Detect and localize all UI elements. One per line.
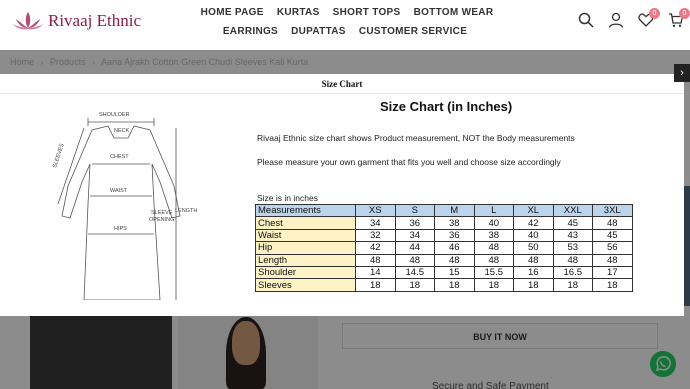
column-header: M [434,203,475,218]
nav-customer-service[interactable]: CUSTOMER SERVICE [359,26,467,37]
modal-close-button[interactable]: › [674,64,690,82]
table-cell: 48 [592,253,633,267]
table-cell: 14.5 [394,265,435,280]
column-header: S [394,203,435,218]
table-cell: 48 [434,253,475,267]
column-header: XXL [552,203,593,218]
size-table-header-row: Measurements XS S M L XL XXL 3XL [255,203,633,218]
row-label: Chest [255,216,356,230]
table-cell: 46 [434,241,475,255]
table-cell: 42 [513,216,554,230]
table-cell: 48 [394,253,435,267]
table-cell: 48 [355,253,396,267]
label-hips: HIPS [114,226,127,232]
modal-title: Size Chart [0,74,684,94]
label-sleeve-opening-2: OPENING [149,217,174,223]
table-cell: 43 [552,228,593,243]
nav-dupattas[interactable]: DUPATTAS [291,26,346,37]
table-cell: 16.5 [552,265,593,280]
table-row: Length 48 48 48 48 48 48 48 [255,253,633,267]
wishlist-icon[interactable]: 0 [638,8,660,28]
table-cell: 15 [434,265,475,280]
size-chart-description: Rivaaj Ethnic size chart shows Product m… [257,133,575,143]
label-length: LENGTH [175,208,197,214]
row-label: Length [255,253,356,267]
table-row: Chest 34 36 38 40 42 45 48 [255,216,633,230]
search-icon[interactable] [578,12,594,28]
table-cell: 18 [513,278,554,292]
table-row: Waist 32 34 36 38 40 43 45 [255,228,633,243]
table-cell: 36 [434,228,475,243]
table-cell: 18 [355,278,396,292]
table-cell: 45 [592,228,633,243]
table-cell: 36 [394,216,435,230]
table-cell: 16 [513,265,554,280]
table-cell: 50 [513,241,554,255]
row-label: Waist [255,228,356,243]
site-header: Rivaaj Ethnic HOME PAGE KURTAS SHORT TOP… [0,0,690,50]
table-cell: 48 [552,253,593,267]
table-cell: 18 [552,278,593,292]
table-cell: 18 [434,278,475,292]
table-cell: 38 [473,228,514,243]
table-cell: 15.5 [473,265,514,280]
label-sleeves: SLEEVES [52,143,66,169]
account-icon[interactable] [608,12,624,28]
table-cell: 48 [513,253,554,267]
table-cell: 53 [552,241,593,255]
header-icons: 0 0 [578,8,690,28]
table-cell: 34 [355,216,396,230]
label-waist: WAIST [110,188,128,194]
table-cell: 44 [394,241,435,255]
table-cell: 18 [592,278,633,292]
label-shoulder: SHOULDER [99,112,130,118]
table-cell: 48 [473,241,514,255]
sleeve-line [57,127,85,205]
table-row: Hip 42 44 46 48 50 53 56 [255,241,633,255]
nav-bottom-wear[interactable]: BOTTOM WEAR [414,7,494,18]
column-header: 3XL [592,203,633,218]
row-label: Shoulder [255,265,356,280]
table-row: Sleeves 18 18 18 18 18 18 18 [255,278,633,292]
nav-earrings[interactable]: EARRINGS [223,26,278,37]
table-cell: 32 [355,228,396,243]
table-cell: 14 [355,265,396,280]
column-header: XS [355,203,396,218]
table-cell: 17 [592,265,633,280]
row-label: Sleeves [255,278,356,292]
size-unit-note: Size is in inches [257,193,318,203]
cart-icon[interactable]: 0 [668,8,690,28]
nav-home-page[interactable]: HOME PAGE [201,7,264,18]
table-cell: 34 [394,228,435,243]
table-cell: 56 [592,241,633,255]
kurta-measurement-diagram: SHOULDER NECK CHEST WAIST HIPS SLEEVE OP… [52,112,197,300]
size-chart-instructions: Please measure your own garment that fit… [257,157,561,167]
nav-kurtas[interactable]: KURTAS [277,7,320,18]
row-label: Hip [255,241,356,255]
cart-count-badge: 0 [679,8,690,19]
table-row: Shoulder 14 14.5 15 15.5 16 16.5 17 [255,265,633,280]
table-cell: 48 [473,253,514,267]
table-cell: 18 [473,278,514,292]
nav-short-tops[interactable]: SHORT TOPS [333,7,401,18]
table-cell: 48 [592,216,633,230]
size-table: Measurements XS S M L XL XXL 3XL Chest 34… [255,203,633,292]
table-cell: 40 [473,216,514,230]
label-neck: NECK [114,128,130,134]
table-cell: 45 [552,216,593,230]
column-header: XL [513,203,554,218]
table-cell: 40 [513,228,554,243]
column-header: Measurements [255,203,356,218]
label-sleeve-opening-1: SLEEVE [151,210,173,216]
table-cell: 42 [355,241,396,255]
column-header: L [473,203,514,218]
wishlist-count-badge: 0 [649,8,660,19]
size-chart-heading: Size Chart (in Inches) [380,99,513,114]
table-cell: 38 [434,216,475,230]
table-cell: 18 [394,278,435,292]
label-chest: CHEST [110,154,129,160]
